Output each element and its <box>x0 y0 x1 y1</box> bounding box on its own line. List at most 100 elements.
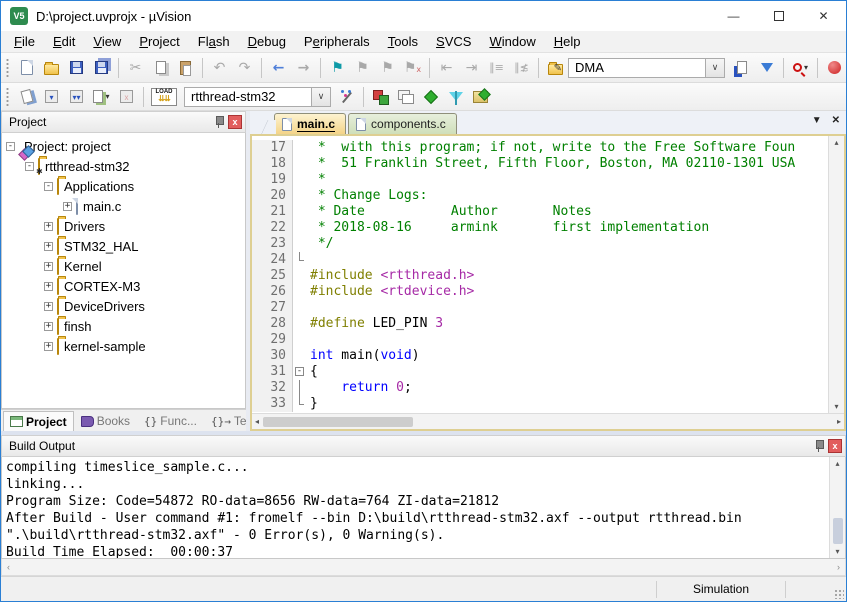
tree-item-kernel-sample[interactable]: +kernel-sample <box>6 336 245 356</box>
find-in-files-button[interactable]: ✎ <box>543 56 568 80</box>
build-pin-icon[interactable] <box>814 439 824 453</box>
fold-margin[interactable] <box>292 156 306 172</box>
stop-build-button[interactable]: x <box>114 85 139 109</box>
manage-project-items-button[interactable] <box>368 85 393 109</box>
select-software-packs-button[interactable] <box>443 85 468 109</box>
menu-view[interactable]: View <box>84 32 130 51</box>
save-all-button[interactable] <box>89 56 114 80</box>
manage-rte-button[interactable] <box>418 85 443 109</box>
expand-icon[interactable]: + <box>44 302 53 311</box>
insert-breakpoint-button[interactable] <box>822 56 846 80</box>
pack-installer-button[interactable] <box>468 85 493 109</box>
tab-project[interactable]: Project <box>3 411 74 431</box>
close-button[interactable]: ✕ <box>801 1 846 31</box>
expand-icon[interactable]: + <box>44 262 53 271</box>
fold-margin[interactable] <box>292 348 306 364</box>
fold-margin[interactable] <box>292 220 306 236</box>
comment-button[interactable]: ∥≡ <box>484 56 509 80</box>
indent-button[interactable]: ⇥ <box>459 56 484 80</box>
translate-button[interactable] <box>14 85 39 109</box>
editor-tab-main-c[interactable]: main.c <box>274 113 346 134</box>
hscroll-thumb[interactable] <box>263 417 413 427</box>
minimize-button[interactable]: — <box>711 1 756 31</box>
code-editor[interactable]: 17 * with this program; if not, write to… <box>252 136 828 413</box>
menu-window[interactable]: Window <box>480 32 544 51</box>
editor-horizontal-scrollbar[interactable]: ◂ ▸ <box>252 413 844 429</box>
code-line-18[interactable]: 18 * 51 Franklin Street, Fifth Floor, Bo… <box>252 156 828 172</box>
expand-icon[interactable]: + <box>44 342 53 351</box>
collapse-icon[interactable]: - <box>25 162 34 171</box>
code-line-17[interactable]: 17 * with this program; if not, write to… <box>252 140 828 156</box>
build-horizontal-scrollbar[interactable]: ‹ › <box>1 559 846 576</box>
code-line-20[interactable]: 20 * Change Logs: <box>252 188 828 204</box>
close-document-button[interactable]: ✕ <box>832 115 840 126</box>
resize-grip[interactable] <box>834 589 844 599</box>
fold-margin[interactable] <box>292 140 306 156</box>
code-line-31[interactable]: 31-{ <box>252 364 828 380</box>
save-button[interactable] <box>64 56 89 80</box>
tree-item-applications[interactable]: -Applications <box>6 176 245 196</box>
manage-multi-project-button[interactable] <box>393 85 418 109</box>
build-scroll-right-icon[interactable]: › <box>837 562 840 572</box>
find-combobox[interactable]: DMA <box>568 58 706 78</box>
paste-button[interactable] <box>173 56 198 80</box>
cut-button[interactable]: ✂ <box>123 56 148 80</box>
code-line-22[interactable]: 22 * 2018-08-16 armink first implementat… <box>252 220 828 236</box>
tree-item-drivers[interactable]: +Drivers <box>6 216 245 236</box>
next-bookmark-button[interactable]: ⚑ <box>375 56 400 80</box>
batch-build-button[interactable]: ▾ <box>89 85 114 109</box>
toolbar-drag-handle-2[interactable] <box>5 87 10 107</box>
fold-margin[interactable]: - <box>292 364 306 380</box>
window-list-caret-icon[interactable]: ▼ <box>812 115 822 126</box>
code-line-28[interactable]: 28#define LED_PIN 3 <box>252 316 828 332</box>
build-vertical-scrollbar[interactable]: ▴ ▾ <box>829 457 845 558</box>
code-line-33[interactable]: 33} <box>252 396 828 412</box>
uncomment-button[interactable]: ∥≴ <box>509 56 534 80</box>
editor-vertical-scrollbar[interactable]: ▴ ▾ <box>828 136 844 413</box>
code-line-32[interactable]: 32 return 0; <box>252 380 828 396</box>
menu-edit[interactable]: Edit <box>44 32 84 51</box>
scroll-up-icon[interactable]: ▴ <box>834 138 838 147</box>
fold-margin[interactable] <box>292 172 306 188</box>
open-file-button[interactable] <box>39 56 64 80</box>
target-combobox-dropdown[interactable]: ∨ <box>312 87 331 107</box>
build-output-close-button[interactable]: x <box>828 439 842 453</box>
menu-flash[interactable]: Flash <box>189 32 239 51</box>
build-scroll-left-icon[interactable]: ‹ <box>7 562 10 572</box>
find-in-files-doc-button[interactable] <box>729 56 754 80</box>
fold-margin[interactable] <box>292 396 306 412</box>
navigate-forward-button[interactable]: → <box>291 56 316 80</box>
tree-item-project-project[interactable]: -Project: project <box>6 136 245 156</box>
editor-tab-components-c[interactable]: components.c <box>348 113 457 134</box>
options-for-target-button[interactable] <box>334 85 359 109</box>
expand-icon[interactable]: + <box>44 242 53 251</box>
undo-button[interactable]: ↶ <box>207 56 232 80</box>
expand-icon[interactable]: + <box>44 282 53 291</box>
code-line-24[interactable]: 24 <box>252 252 828 268</box>
tree-item-kernel[interactable]: +Kernel <box>6 256 245 276</box>
fold-margin[interactable] <box>292 188 306 204</box>
rebuild-button[interactable]: ▾▾ <box>64 85 89 109</box>
fold-margin[interactable] <box>292 332 306 348</box>
prev-bookmark-button[interactable]: ⚑ <box>350 56 375 80</box>
unindent-button[interactable]: ⇤ <box>434 56 459 80</box>
target-combobox[interactable]: rtthread-stm32 <box>184 87 312 107</box>
maximize-button[interactable] <box>756 1 801 31</box>
menu-peripherals[interactable]: Peripherals <box>295 32 379 51</box>
fold-margin[interactable] <box>292 236 306 252</box>
toggle-bookmark-button[interactable]: ⚑ <box>325 56 350 80</box>
fold-margin[interactable] <box>292 252 306 268</box>
copy-button[interactable] <box>148 56 173 80</box>
start-stop-debug-button[interactable]: ▾ <box>788 56 813 80</box>
toolbar-drag-handle[interactable] <box>5 58 10 78</box>
fold-margin[interactable] <box>292 204 306 220</box>
navigate-back-button[interactable]: ← <box>266 56 291 80</box>
pin-icon[interactable] <box>214 115 224 129</box>
build-button[interactable]: ▾ <box>39 85 64 109</box>
fold-margin[interactable] <box>292 380 306 396</box>
fold-margin[interactable] <box>292 268 306 284</box>
menu-debug[interactable]: Debug <box>239 32 295 51</box>
build-scroll-up-icon[interactable]: ▴ <box>835 459 839 468</box>
menu-file[interactable]: File <box>5 32 44 51</box>
tree-item-main-c[interactable]: +main.c <box>6 196 245 216</box>
